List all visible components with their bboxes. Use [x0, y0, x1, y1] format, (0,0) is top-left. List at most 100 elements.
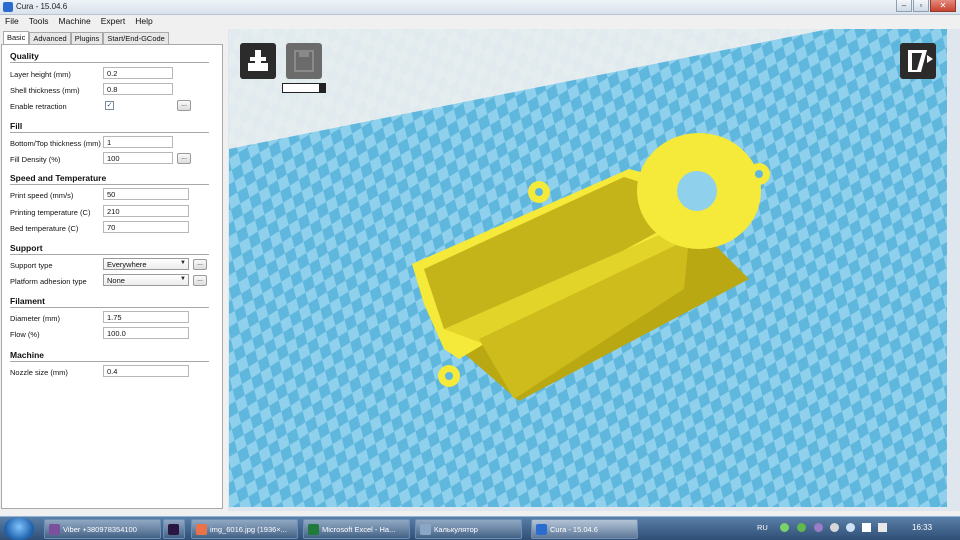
fill-settings-button[interactable]: ...	[177, 153, 191, 164]
tab-basic[interactable]: Basic	[3, 31, 30, 44]
chevron-down-icon: ▼	[180, 276, 186, 282]
menu-file[interactable]: File	[0, 15, 24, 29]
model-tube-hole	[677, 171, 717, 211]
save-toolpath-button[interactable]	[286, 43, 322, 79]
load-model-icon	[248, 50, 268, 71]
tray-app-icon[interactable]	[780, 523, 789, 532]
printing-temperature-label: Printing temperature (C)	[10, 208, 91, 217]
tray-viber-icon[interactable]	[814, 523, 823, 532]
diameter-input[interactable]: 1.75	[103, 311, 189, 323]
printing-temperature-input[interactable]: 210	[103, 205, 189, 217]
bed-temperature-input[interactable]: 70	[103, 221, 189, 233]
platform-adhesion-value: None	[107, 276, 125, 285]
nozzle-size-label: Nozzle size (mm)	[10, 368, 68, 377]
section-support: Support	[10, 243, 209, 255]
taskbar-item-label: img_6016.jpg (1936×...	[210, 525, 287, 534]
window-controls: – ▫ ✕	[896, 0, 956, 13]
layer-height-input[interactable]: 0.2	[103, 67, 173, 79]
support-type-select[interactable]: Everywhere ▼	[103, 258, 189, 270]
flow-input[interactable]: 100.0	[103, 327, 189, 339]
after-effects-icon	[168, 524, 179, 535]
taskbar-item-label: Калькулятор	[434, 525, 478, 534]
excel-icon	[308, 524, 319, 535]
slice-progress-fill	[283, 84, 319, 92]
chevron-down-icon: ▼	[180, 260, 186, 266]
model-mount-hole	[755, 170, 763, 178]
tab-advanced[interactable]: Advanced	[29, 32, 71, 44]
basic-settings-panel: Quality Layer height (mm) 0.2 Shell thic…	[1, 44, 223, 509]
window-title: Cura - 15.04.6	[16, 2, 68, 11]
bottom-top-thickness-label: Bottom/Top thickness (mm)	[10, 139, 101, 148]
platform-adhesion-select[interactable]: None ▼	[103, 274, 189, 286]
tray-app-icon[interactable]	[797, 523, 806, 532]
settings-tabs: Basic Advanced Plugins Start/End-GCode	[3, 31, 169, 44]
taskbar-item-label: Cura - 15.04.6	[550, 525, 598, 534]
cura-app-icon	[3, 2, 13, 12]
taskbar-item-label: Microsoft Excel - На...	[322, 525, 396, 534]
diameter-label: Diameter (mm)	[10, 314, 60, 323]
taskbar-item-cura[interactable]: Cura - 15.04.6	[531, 519, 638, 539]
section-speed-temperature: Speed and Temperature	[10, 173, 209, 185]
shell-thickness-input[interactable]: 0.8	[103, 83, 173, 95]
settings-sidebar: Basic Advanced Plugins Start/End-GCode Q…	[0, 29, 228, 511]
section-machine: Machine	[10, 350, 209, 362]
minimize-button[interactable]: –	[896, 0, 912, 12]
section-fill: Fill	[10, 121, 209, 133]
view-mode-button[interactable]	[900, 43, 936, 79]
tray-app-icon[interactable]	[846, 523, 855, 532]
fill-density-label: Fill Density (%)	[10, 155, 61, 164]
volume-icon[interactable]	[878, 523, 887, 532]
platform-adhesion-label: Platform adhesion type	[10, 277, 87, 286]
model-mount-hole	[445, 372, 453, 380]
start-button[interactable]	[4, 518, 34, 540]
model-mount-hole	[535, 188, 543, 196]
taskbar-item-image-viewer[interactable]: img_6016.jpg (1936×...	[191, 519, 298, 539]
menu-machine[interactable]: Machine	[54, 15, 96, 29]
menu-expert[interactable]: Expert	[96, 15, 131, 29]
enable-retraction-label: Enable retraction	[10, 102, 67, 111]
nozzle-size-input[interactable]: 0.4	[103, 365, 189, 377]
network-signal-icon[interactable]	[862, 523, 871, 532]
clock[interactable]: 16:33	[912, 523, 932, 532]
retraction-settings-button[interactable]: ...	[177, 100, 191, 111]
chrome-icon	[196, 524, 207, 535]
build-plate-scene	[229, 29, 947, 507]
taskbar-item-excel[interactable]: Microsoft Excel - На...	[303, 519, 410, 539]
taskbar-item-calculator[interactable]: Калькулятор	[415, 519, 522, 539]
flow-label: Flow (%)	[10, 330, 40, 339]
keyboard-language[interactable]: RU	[757, 523, 768, 532]
save-icon	[294, 50, 314, 72]
load-model-button[interactable]	[240, 43, 276, 79]
taskbar-item-viber[interactable]: Viber +380978354100	[44, 519, 161, 539]
fill-density-input[interactable]: 100	[103, 152, 173, 164]
bed-temperature-label: Bed temperature (C)	[10, 224, 79, 233]
adhesion-settings-button[interactable]: ...	[193, 275, 207, 286]
section-filament: Filament	[10, 296, 209, 308]
shell-thickness-label: Shell thickness (mm)	[10, 86, 80, 95]
3d-viewport[interactable]	[229, 29, 947, 507]
calculator-icon	[420, 524, 431, 535]
menu-bar: File Tools Machine Expert Help	[0, 15, 960, 29]
viber-icon	[49, 524, 60, 535]
taskbar: Viber +380978354100 img_6016.jpg (1936×.…	[0, 516, 960, 540]
taskbar-item-label: Viber +380978354100	[63, 525, 137, 534]
view-mode-icon	[908, 50, 933, 72]
menu-help[interactable]: Help	[130, 15, 157, 29]
menu-tools[interactable]: Tools	[24, 15, 54, 29]
enable-retraction-checkbox[interactable]: ✓	[105, 101, 114, 110]
taskbar-item-after-effects[interactable]	[163, 519, 185, 539]
cura-icon	[536, 524, 547, 535]
close-button[interactable]: ✕	[930, 0, 956, 12]
maximize-button[interactable]: ▫	[913, 0, 929, 12]
support-type-value: Everywhere	[107, 260, 147, 269]
section-quality: Quality	[10, 51, 209, 63]
print-speed-label: Print speed (mm/s)	[10, 191, 74, 200]
tab-start-end-gcode[interactable]: Start/End-GCode	[103, 32, 169, 44]
layer-height-label: Layer height (mm)	[10, 70, 71, 79]
slice-progress-bar	[282, 83, 326, 93]
bottom-top-thickness-input[interactable]: 1	[103, 136, 173, 148]
print-speed-input[interactable]: 50	[103, 188, 189, 200]
tab-plugins[interactable]: Plugins	[70, 32, 104, 44]
support-settings-button[interactable]: ...	[193, 259, 207, 270]
tray-app-icon[interactable]	[830, 523, 839, 532]
